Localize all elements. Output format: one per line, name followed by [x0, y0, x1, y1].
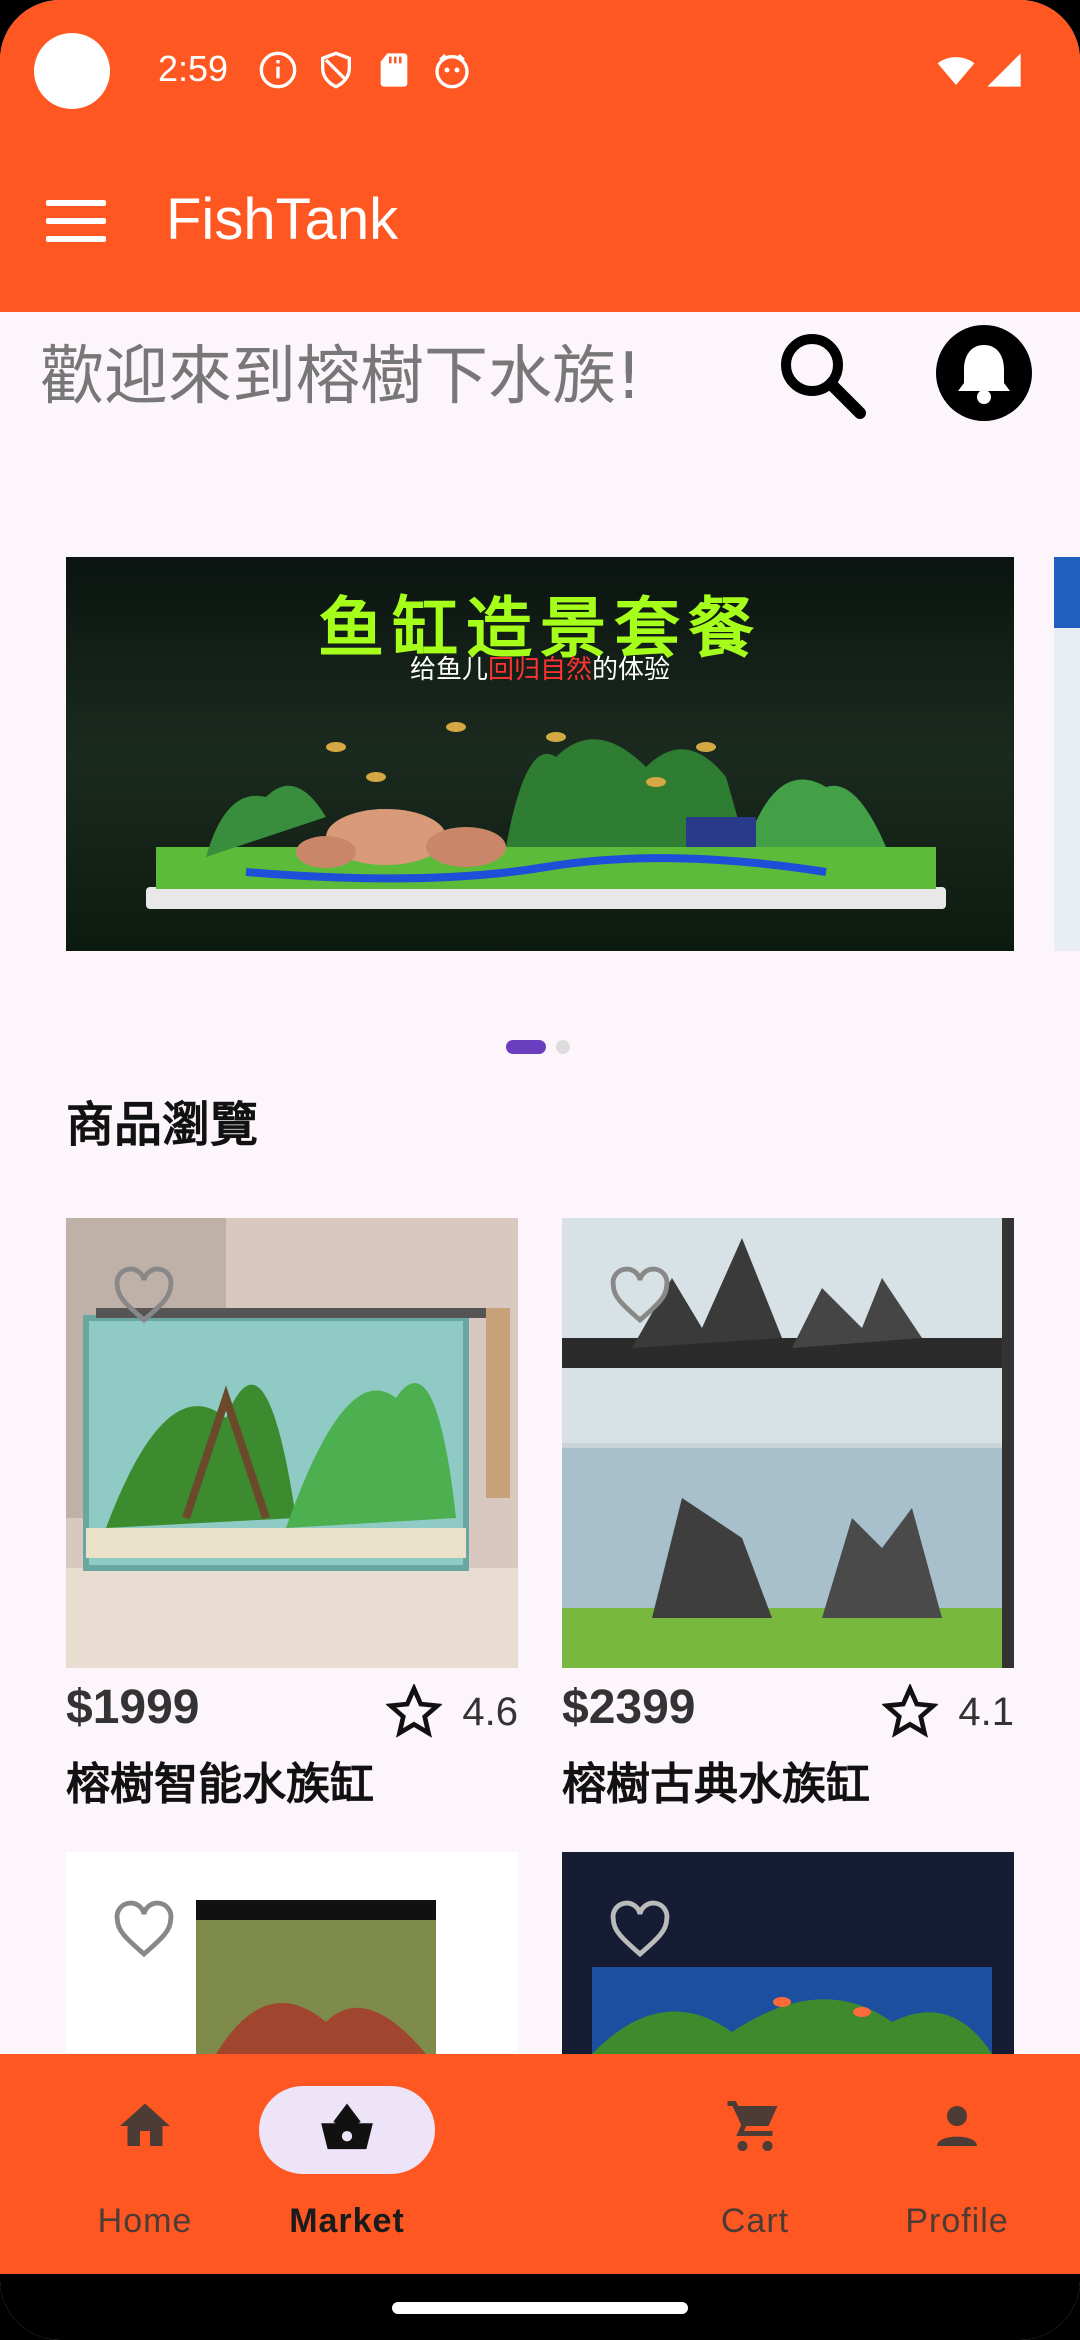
nav-label: Profile [905, 2202, 1009, 2240]
nav-home[interactable]: Home [45, 2054, 245, 2274]
signal-icon [987, 53, 1021, 87]
product-card[interactable]: $2399 4.1 榕樹古典水族缸 [562, 1218, 1014, 1818]
favorite-icon[interactable] [112, 1900, 176, 1960]
sd-card-icon [380, 53, 408, 87]
app-title: FishTank [166, 187, 399, 252]
favorite-icon[interactable] [112, 1266, 176, 1326]
banner-subtitle: 给鱼儿回归自然的体验 [409, 655, 671, 685]
product-name: 榕樹智能水族缸 [66, 1759, 374, 1810]
cart-icon [727, 2101, 778, 2151]
indicator-dot-active [506, 1040, 546, 1054]
welcome-text: 歡迎來到榕樹下水族! [40, 340, 642, 414]
person-icon [937, 2106, 977, 2146]
favorite-icon[interactable] [608, 1900, 672, 1960]
product-card[interactable] [562, 1852, 1014, 2054]
carousel-indicator [506, 1040, 570, 1054]
product-price: $2399 [562, 1681, 696, 1734]
info-icon [259, 51, 297, 89]
home-gesture-handle[interactable] [392, 2302, 688, 2314]
indicator-dot [556, 1040, 570, 1054]
menu-icon[interactable] [46, 200, 106, 250]
rating-value: 4.1 [958, 1689, 1014, 1734]
nav-profile[interactable]: Profile [857, 2054, 1057, 2274]
shield-icon [321, 51, 351, 89]
notification-icons [258, 50, 472, 90]
product-name: 榕樹古典水族缸 [562, 1759, 870, 1810]
star-icon [386, 1684, 443, 1738]
product-rating: 4.1 [882, 1684, 1014, 1740]
basket-icon [321, 2103, 373, 2150]
nav-label: Market [289, 2202, 405, 2240]
system-status-icons [936, 50, 1024, 90]
nav-cart[interactable]: Cart [655, 2054, 855, 2274]
nav-market[interactable]: Market [247, 2054, 447, 2274]
status-time: 2:59 [158, 48, 229, 89]
status-bar: 2:59 [0, 0, 1080, 140]
wifi-icon [937, 57, 975, 85]
bottom-navigation: Home Market Cart Profile [0, 2054, 1080, 2274]
promo-banner[interactable]: 鱼缸造景套餐 给鱼儿回归自然的体验 [66, 557, 1014, 951]
search-icon[interactable] [772, 325, 872, 425]
product-rating: 4.6 [386, 1684, 518, 1740]
rating-value: 4.6 [462, 1689, 518, 1734]
nav-label: Home [97, 2202, 193, 2240]
app-notification-icon [435, 53, 469, 89]
next-banner-peek[interactable] [1054, 557, 1080, 951]
bell-icon[interactable] [934, 323, 1034, 423]
product-card[interactable] [66, 1852, 518, 2054]
star-icon [882, 1684, 939, 1738]
aquascape-image [146, 722, 946, 909]
app-screen: 2:59 FishTank 歡迎來到榕樹下水族! 鱼缸造景套餐 给鱼儿回归自然的… [0, 0, 1080, 2340]
favorite-icon[interactable] [608, 1266, 672, 1326]
top-app-bar: FishTank [0, 140, 1080, 312]
camera-cutout [34, 33, 110, 109]
home-icon [120, 2103, 170, 2146]
product-card[interactable]: $1999 4.6 榕樹智能水族缸 [66, 1218, 518, 1818]
section-title: 商品瀏覽 [66, 1097, 259, 1153]
nav-label: Cart [720, 2202, 790, 2240]
product-price: $1999 [66, 1681, 200, 1734]
